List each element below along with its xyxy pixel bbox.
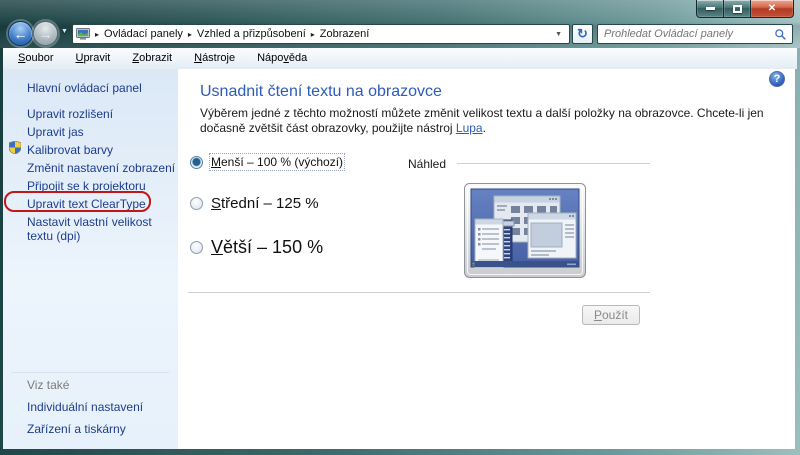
breadcrumb-arrow-icon: ▸ [90, 30, 104, 39]
sidebar-item-zarizeni-tiskarny[interactable]: Zařízení a tiskárny [27, 422, 126, 436]
uac-shield-icon [9, 141, 21, 157]
radio-label[interactable]: Střední – 125 % [211, 195, 319, 212]
maximize-icon [733, 5, 742, 13]
maximize-button[interactable] [723, 0, 751, 18]
radio-button-icon[interactable] [190, 197, 203, 210]
sidebar-item-vlastni-velikost[interactable]: Nastavit vlastní velikost textu (dpi) [27, 215, 172, 243]
main-content: ? Usnadnit čtení textu na obrazovce Výbě… [178, 69, 795, 449]
preview-group-label: Náhled [408, 157, 446, 171]
address-bar[interactable]: ▸ Ovládací panely ▸ Vzhled a přizpůsoben… [72, 24, 570, 44]
sidebar-item-kalibrovat-barvy[interactable]: Kalibrovat barvy [27, 143, 113, 157]
forward-arrow-icon: → [39, 26, 53, 42]
chevron-down-icon: ▼ [61, 28, 68, 35]
radio-option-smaller[interactable]: Menší – 100 % (výchozí) [190, 155, 343, 169]
help-icon: ? [774, 73, 781, 85]
content-separator [188, 292, 650, 293]
sidebar-item-upravit-cleartype[interactable]: Upravit text ClearType [27, 197, 146, 211]
breadcrumb-item[interactable]: ▸ Ovládací panely [90, 28, 183, 40]
menu-upravit[interactable]: Upravit [64, 48, 121, 68]
breadcrumb-label: Vzhled a přizpůsobení [197, 28, 306, 40]
minimize-icon [706, 7, 715, 10]
radio-button-icon[interactable] [190, 241, 203, 254]
display-settings-window: ✕ ← → ▼ ▸ Ovládací panely ▸ Vzhled a při… [0, 0, 800, 455]
breadcrumb-item[interactable]: ▸ Vzhled a přizpůsobení [183, 28, 306, 40]
radio-option-medium[interactable]: Střední – 125 % [190, 195, 319, 212]
sidebar-item-pripojit-projektor[interactable]: Připojit se k projektoru [27, 179, 146, 193]
chevron-down-icon: ▼ [555, 31, 562, 38]
window-body: Hlavní ovládací panel Upravit rozlišení … [3, 69, 795, 449]
page-title: Usnadnit čtení textu na obrazovce [200, 83, 442, 101]
radio-button-icon[interactable] [190, 156, 203, 169]
see-also-header: Viz také [27, 378, 69, 392]
sidebar-item-upravit-rozliseni[interactable]: Upravit rozlišení [27, 107, 113, 121]
sidebar-item-home[interactable]: Hlavní ovládací panel [27, 81, 142, 95]
sidebar-separator [11, 372, 169, 373]
breadcrumb-label: Ovládací panely [104, 28, 183, 40]
breadcrumb-label: Zobrazení [320, 28, 370, 40]
menu-soubor[interactable]: Soubor [7, 48, 64, 68]
refresh-icon: ↻ [577, 26, 588, 42]
radio-label[interactable]: Větší – 150 % [211, 237, 323, 258]
breadcrumb-arrow-icon: ▸ [306, 30, 320, 39]
minimize-button[interactable] [696, 0, 724, 18]
search-icon [774, 28, 787, 41]
breadcrumb-item[interactable]: ▸ Zobrazení [306, 28, 370, 40]
display-preview-image [464, 183, 586, 278]
close-button[interactable]: ✕ [750, 0, 794, 18]
recent-pages-dropdown[interactable]: ▼ [61, 28, 68, 35]
preview-group-rule [457, 163, 650, 164]
radio-option-larger[interactable]: Větší – 150 % [190, 237, 323, 258]
window-controls: ✕ [697, 0, 794, 18]
menu-zobrazit[interactable]: Zobrazit [121, 48, 183, 68]
back-arrow-icon: ← [14, 26, 28, 42]
forward-button[interactable]: → [33, 21, 58, 46]
sidebar-item-zmenit-nastaveni[interactable]: Změnit nastavení zobrazení [27, 161, 175, 175]
sidebar: Hlavní ovládací panel Upravit rozlišení … [3, 69, 178, 449]
refresh-button[interactable]: ↻ [572, 24, 593, 44]
address-dropdown-button[interactable]: ▼ [551, 31, 566, 38]
apply-button[interactable]: Použít [582, 305, 640, 325]
menu-napoveda[interactable]: Nápověda [246, 48, 318, 68]
menu-nastroje[interactable]: Nástroje [183, 48, 246, 68]
breadcrumb-arrow-icon: ▸ [183, 30, 197, 39]
sidebar-item-individualni-nastaveni[interactable]: Individuální nastavení [27, 400, 143, 414]
magnifier-link[interactable]: Lupa [456, 121, 483, 135]
sidebar-item-upravit-jas[interactable]: Upravit jas [27, 125, 84, 139]
back-button[interactable]: ← [8, 21, 33, 46]
help-button[interactable]: ? [769, 71, 785, 87]
radio-label[interactable]: Menší – 100 % (výchozí) [211, 155, 343, 169]
search-box[interactable] [597, 24, 793, 44]
search-input[interactable] [598, 28, 774, 40]
display-icon [76, 28, 90, 40]
close-icon: ✕ [768, 3, 776, 14]
page-description: Výběrem jedné z těchto možností můžete z… [200, 106, 776, 136]
menu-bar: Soubor Upravit Zobrazit Nástroje Nápověd… [3, 48, 797, 69]
